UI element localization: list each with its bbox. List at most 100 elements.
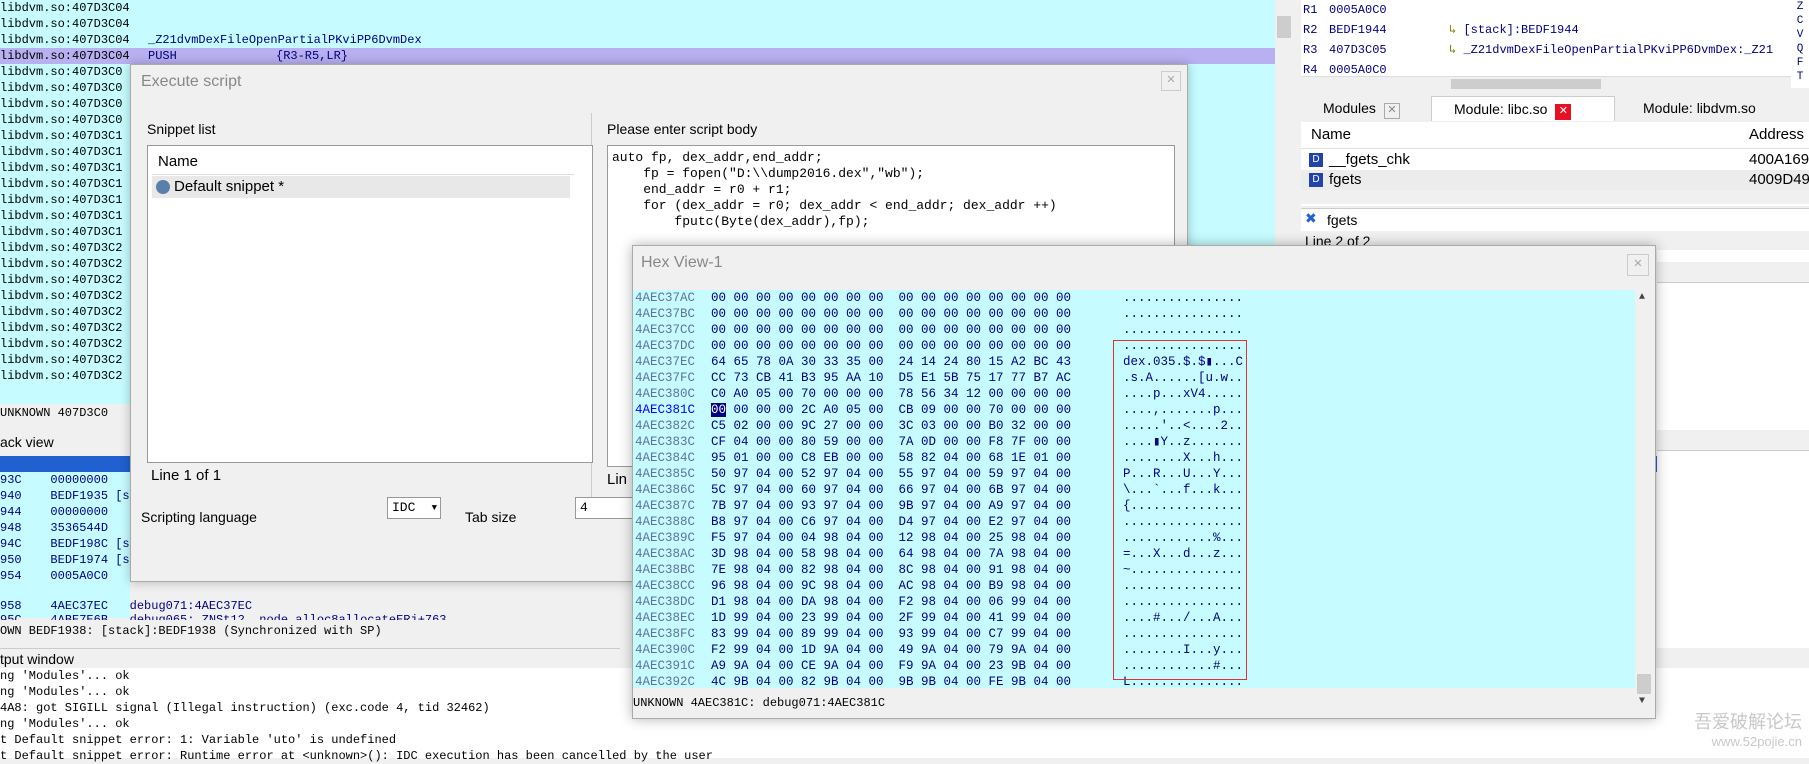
hex-address: 4AEC38DC	[635, 595, 696, 609]
snippet-col-header[interactable]: Name	[152, 150, 574, 175]
stack-comment: debug071:4AEC37EC	[129, 599, 253, 613]
module-tabbar: Modules ✕ Module: libc.so ✕ Module: libdvm…	[1301, 94, 1809, 122]
flag-item: Q	[1796, 43, 1804, 55]
close-icon[interactable]: ✕	[1555, 104, 1572, 120]
register-name: R3	[1303, 43, 1318, 57]
stack-value: BEDF198C	[28, 537, 116, 551]
register-row[interactable]: R3 407D3C05 ↳ _Z21dvmDexFileOpenPartialPKv…	[1301, 40, 1791, 60]
disasm-line[interactable]: libdvm.so:407D3C04	[0, 16, 1295, 32]
stack-row[interactable]: 93C 00000000	[0, 472, 130, 488]
disasm-address: libdvm.so:407D3C1	[0, 177, 123, 191]
chevron-up-icon[interactable]: ▲	[1639, 292, 1645, 303]
scripting-language-select[interactable]: IDC ▼	[387, 497, 441, 519]
list-hscrollbar[interactable]	[1301, 190, 1809, 204]
stack-address: 944	[0, 505, 29, 519]
stack-comment: [s	[115, 537, 130, 551]
hex-address: 4AEC380C	[635, 387, 696, 401]
list-item[interactable]: Dfgets 4009D49	[1301, 170, 1809, 190]
disasm-address: libdvm.so:407D3C2	[0, 337, 123, 351]
disasm-address: libdvm.so:407D3C2	[0, 273, 123, 287]
panel-titlebar	[1657, 648, 1809, 668]
hex-address: 4AEC389C	[635, 531, 696, 545]
hex-bytes: C5 02 00 00 9C 27 00 00 3C 03 00 00 B0 3…	[711, 419, 1072, 433]
hex-bytes: 95 01 00 00 C8 EB 00 00 58 82 04 00 68 1…	[711, 451, 1072, 465]
hex-bytes: 00 00 00 00 00 00 00 00 00 00 00 00 00 0…	[711, 323, 1072, 337]
disasm-line[interactable]: libdvm.so:407D3C04 PUSH {R3-R5,LR}	[0, 48, 1295, 64]
disasm-mnemonic: _Z21dvmDexFileOpenPartialPKviPP6DvmDex	[148, 33, 422, 47]
arrow-icon: ↳	[1449, 23, 1464, 37]
hex-bytes: 7B 97 04 00 93 97 04 00 9B 97 04 00 A9 9…	[711, 499, 1072, 513]
disasm-address: libdvm.so:407D3C0	[0, 97, 123, 111]
close-icon[interactable]: ✕	[1161, 71, 1181, 91]
hex-address: 4AEC387C	[635, 499, 696, 513]
hex-ascii: ................	[1123, 291, 1244, 305]
col-name-header[interactable]: Name	[1311, 122, 1351, 148]
hex-row[interactable]: 4AEC37AC 00 00 00 00 00 00 00 00 00 00 00…	[633, 290, 1635, 306]
hex-address: 4AEC391C	[635, 659, 696, 673]
registers-hscrollbar[interactable]	[1301, 76, 1791, 91]
filter-input[interactable]: fgets	[1327, 212, 1357, 228]
register-row[interactable]: R2 BEDF1944 ↳ [stack]:BEDF1944	[1301, 20, 1791, 40]
stack-row[interactable]: 948 3536544D	[0, 520, 130, 536]
stack-address: 94C	[0, 537, 29, 551]
hex-bytes: 83 99 04 00 89 99 04 00 93 99 04 00 C7 9…	[711, 627, 1072, 641]
hex-cursor[interactable]: 00	[711, 403, 727, 417]
disasm-address: libdvm.so:407D3C04	[0, 33, 130, 47]
col-address-header[interactable]: Address	[1749, 122, 1804, 148]
close-icon[interactable]: ✕	[1383, 103, 1400, 119]
disasm-address: libdvm.so:407D3C2	[0, 369, 123, 383]
disasm-address: libdvm.so:407D3C04	[0, 49, 130, 63]
hex-address: 4AEC37BC	[635, 307, 696, 321]
panel-titlebar	[1657, 430, 1809, 451]
stack-row[interactable]: 954 0005A0C0	[0, 568, 130, 584]
hex-address: 4AEC384C	[635, 451, 696, 465]
chevron-down-icon[interactable]: ▼	[1639, 696, 1645, 707]
stack-row[interactable]: 950 BEDF1974 [s	[0, 552, 130, 568]
stack-address: 940	[0, 489, 29, 503]
disasm-line[interactable]: libdvm.so:407D3C04 _Z21dvmDexFileOpenPart…	[0, 32, 1295, 48]
list-item[interactable]: Default snippet *	[152, 176, 570, 198]
hex-address: 4AEC38BC	[635, 563, 696, 577]
disasm-operand: {R3-R5,LR}	[276, 49, 349, 63]
hex-bytes: 00 00 00 00 00 00 00 00 00 00 00 00 00 0…	[711, 307, 1072, 321]
stack-address: 948	[0, 521, 29, 535]
hex-address: 4AEC38EC	[635, 611, 696, 625]
hex-status: UNKNOWN 4AEC381C: debug071:4AEC381C	[633, 692, 1633, 714]
tab-module-libdvm[interactable]: Module: libdvm.so	[1621, 96, 1756, 120]
hex-bytes: 5C 97 04 00 60 97 04 00 66 97 04 00 6B 9…	[711, 483, 1072, 497]
scroll-thumb[interactable]	[1451, 79, 1601, 89]
close-icon[interactable]: ✕	[1627, 254, 1649, 276]
hex-bytes: CF 04 00 00 80 59 00 00 7A 0D 00 00 F8 7…	[711, 435, 1072, 449]
snippet-icon	[156, 180, 170, 195]
code-line: fputc(Byte(dex_addr),fp);	[612, 214, 870, 229]
close-icon[interactable]: ✖	[1305, 211, 1317, 227]
hex-bytes: F2 99 04 00 1D 9A 04 00 49 9A 04 00 79 9…	[711, 643, 1072, 657]
hex-row[interactable]: 4AEC37CC 00 00 00 00 00 00 00 00 00 00 00…	[633, 322, 1635, 338]
stack-row[interactable]: 944 00000000	[0, 504, 130, 520]
disasm-mnemonic: PUSH	[148, 49, 177, 63]
tab-modules[interactable]: Modules ✕	[1301, 96, 1400, 120]
list-item[interactable]: D __fgets_chk 400A169	[1301, 150, 1809, 170]
scroll-thumb[interactable]	[1637, 674, 1651, 694]
stack-row[interactable]: 94C BEDF198C [s	[0, 536, 130, 552]
disasm-line[interactable]: libdvm.so:407D3C04	[0, 0, 1295, 16]
stack-row[interactable]: 940 BEDF1935 [s	[0, 488, 130, 504]
function-icon: D	[1309, 153, 1323, 168]
disasm-address: libdvm.so:407D3C2	[0, 305, 123, 319]
snippet-list-label: Snippet list	[147, 121, 216, 137]
stack-view[interactable]: 938 491EC098 deb93C 00000000 940 BEDF193…	[0, 456, 137, 618]
hex-address: 4AEC388C	[635, 515, 696, 529]
hex-bytes: 4C 9B 04 00 82 9B 04 00 9B 9B 04 00 FE 9…	[711, 675, 1072, 688]
stack-value: 3536544D	[28, 521, 116, 535]
register-row[interactable]: R1 0005A0C0	[1301, 0, 1791, 20]
output-window-title: tput window	[0, 648, 620, 669]
hex-bytes: 00 00 00 00 2C A0 05 00 CB 09 00 00 70 0…	[711, 403, 1072, 417]
hex-row[interactable]: 4AEC37BC 00 00 00 00 00 00 00 00 00 00 00…	[633, 306, 1635, 322]
hex-address: 4AEC38AC	[635, 547, 696, 561]
hex-bytes: CC 73 CB 41 B3 95 AA 10 D5 E1 5B 75 17 7…	[711, 371, 1072, 385]
stack-address: 954	[0, 569, 29, 583]
hex-scrollbar[interactable]: ▲ ▼	[1635, 290, 1653, 707]
hex-address: 4AEC383C	[635, 435, 696, 449]
tab-module-libc[interactable]: Module: libc.so ✕	[1431, 96, 1615, 121]
scroll-thumb[interactable]	[1277, 16, 1291, 38]
